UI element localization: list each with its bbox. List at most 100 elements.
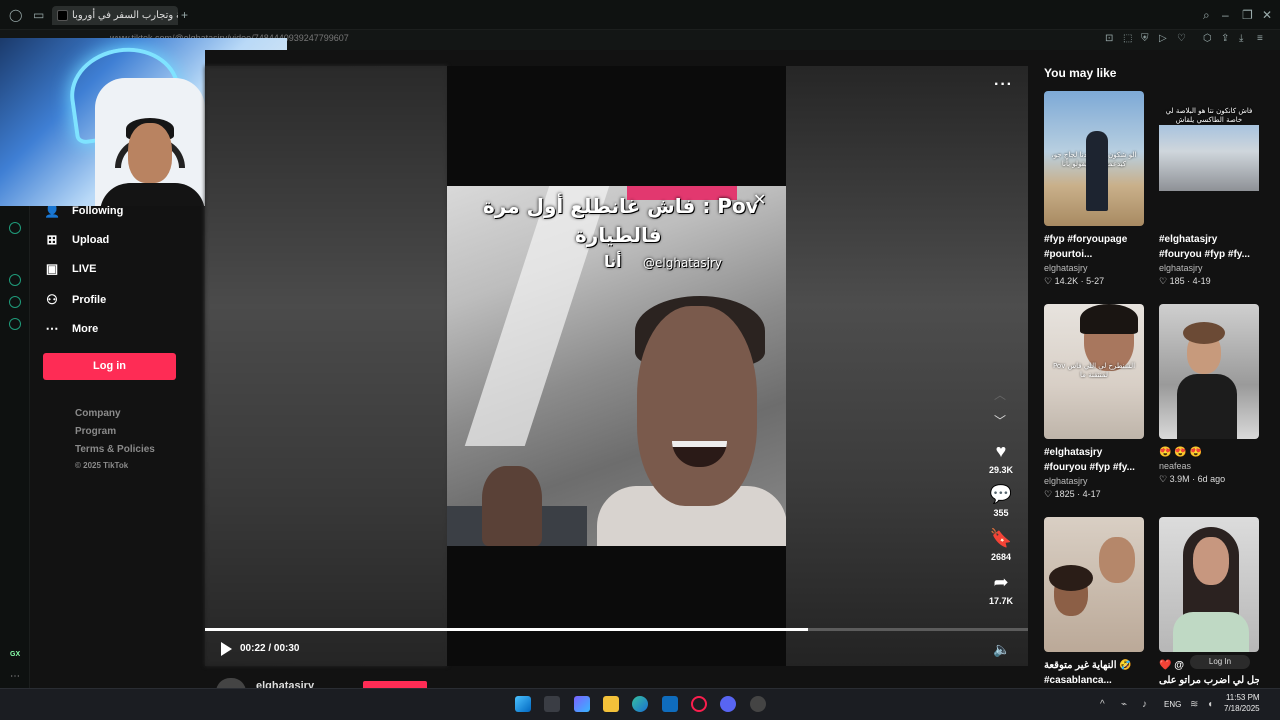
card-title: #fouryou #fyp #fy... — [1044, 462, 1135, 473]
heart-icon: ♡ — [1044, 489, 1053, 499]
settings-sidebar-icon[interactable] — [9, 318, 21, 330]
network-icon[interactable]: ⌁ — [1121, 699, 1127, 710]
card-thumbnail: الو شكون جي عندنا لجاج جو، كيدعمو تلي كي… — [1044, 91, 1144, 226]
mic-icon[interactable]: ♪ — [1142, 699, 1147, 710]
close-video-icon: ✕ — [753, 190, 767, 209]
comment-action[interactable]: 💬 355 — [986, 484, 1016, 518]
card-user: elghatasjry — [1044, 263, 1088, 273]
card-title: النهاية غير متوقعة 🤣 — [1044, 660, 1132, 671]
volume-icon[interactable]: 🔈 — [993, 641, 1010, 658]
save-action[interactable]: 🔖 2684 — [986, 528, 1016, 562]
play-icon[interactable] — [221, 642, 232, 656]
comment-count: 355 — [993, 508, 1009, 518]
video-card[interactable]: Pov السنطرح لي اللي فاس لمنتقنة ما #elgh… — [1044, 304, 1144, 500]
profile-icon: ⚇ — [46, 292, 58, 307]
like-action[interactable]: ♥ 29.3K — [986, 441, 1016, 475]
pin-icon[interactable]: ⊡ — [1105, 33, 1113, 45]
more-sidebar-icon[interactable]: ⋯ — [10, 671, 20, 682]
opera-gx-icon[interactable] — [691, 696, 707, 712]
card-date: 4-19 — [1192, 276, 1211, 286]
video-watermark: @elghatasjry — [643, 256, 722, 270]
video-card[interactable]: النهاية غير متوقعة 🤣 #casablanca... — [1044, 517, 1144, 688]
outlook-icon[interactable] — [662, 696, 678, 712]
time-readout: 00:22 / 00:30 — [240, 643, 300, 654]
share-action[interactable]: ➦ 17.7K — [986, 572, 1016, 606]
heart-icon: ♥ — [995, 441, 1007, 461]
search-icon[interactable]: ⌕ — [1203, 9, 1210, 21]
like-count: 29.3K — [988, 465, 1014, 475]
file-explorer-icon[interactable] — [603, 696, 619, 712]
card-title: #fouryou #fyp #fy... — [1159, 249, 1250, 260]
video-card[interactable]: الو شكون جي عندنا لجاج جو، كيدعمو تلي كي… — [1044, 91, 1144, 287]
next-video-icon[interactable]: ﹀ — [994, 412, 1006, 429]
start-icon[interactable] — [515, 696, 531, 712]
card-thumbnail — [1159, 517, 1259, 652]
footer-link-company[interactable]: Company — [75, 408, 121, 419]
card-title: #elghatasjry — [1044, 447, 1103, 458]
video-frame[interactable]: فاش غانطلع أول مرة : Pov فالطيارة أنا @e… — [447, 186, 786, 546]
footer-link-program[interactable]: Program — [75, 426, 116, 437]
snapshot-icon[interactable]: ⬚ — [1123, 33, 1132, 45]
progress-bar[interactable] — [205, 628, 1028, 631]
overlay-text-line3: أنا — [604, 252, 622, 271]
overlay-text-line1: فاش غانطلع أول مرة : Pov — [483, 194, 759, 218]
heart-icon: ♡ — [1159, 276, 1168, 286]
wifi-icon[interactable]: ≋ — [1190, 699, 1198, 710]
copilot-icon[interactable] — [574, 696, 590, 712]
clock-time: 11:53 PM — [1225, 693, 1260, 702]
thumbnail-caption: فاش كانكون نتا هو البلاصة لي خاصة الطاكس… — [1165, 107, 1253, 124]
card-title: #fyp #foryoupage — [1044, 234, 1128, 245]
app-icon[interactable] — [750, 696, 766, 712]
new-tab-icon[interactable]: + — [181, 9, 188, 21]
share-icon[interactable]: ⇪ — [1221, 33, 1229, 45]
tray-chevron-icon[interactable]: ^ — [1100, 699, 1105, 710]
menu-icon[interactable]: ≡ — [1257, 33, 1263, 45]
task-view-icon[interactable] — [544, 696, 560, 712]
card-title: 😍 😍 😍 — [1159, 447, 1202, 458]
gx-label[interactable]: GX — [10, 651, 20, 658]
extensions-sidebar-icon[interactable] — [9, 296, 21, 308]
login-button[interactable]: Log in — [43, 353, 176, 380]
download-icon[interactable]: ⤓ — [1239, 33, 1243, 45]
card-user: neafeas — [1159, 461, 1192, 471]
prev-video-icon[interactable]: ︿ — [994, 386, 1006, 403]
opera-logo-icon[interactable]: ◯ — [9, 9, 22, 21]
card-user: elghatasjry — [1044, 476, 1088, 486]
card-title: #pourtoi... — [1044, 249, 1093, 260]
share-arrow-icon: ➦ — [993, 572, 1009, 592]
comment-icon: 💬 — [989, 484, 1013, 504]
edge-icon[interactable] — [632, 696, 648, 712]
card-date: 4-17 — [1082, 489, 1101, 499]
follow-button[interactable] — [363, 681, 427, 688]
tiktok-favicon-icon — [57, 10, 68, 21]
more-icon: ⋯ — [45, 321, 59, 336]
sidebar-item-label: Profile — [72, 294, 107, 306]
extensions-icon[interactable]: ⬡ — [1203, 33, 1212, 45]
speaker-icon[interactable]: ◖ — [1207, 699, 1213, 710]
discord-icon[interactable] — [720, 696, 736, 712]
card-date: 5-27 — [1086, 276, 1105, 286]
heart-icon: ♡ — [1159, 474, 1168, 484]
card-title: #casablanca... — [1044, 675, 1112, 686]
history-sidebar-icon[interactable] — [9, 274, 21, 286]
card-title: #elghatasjry — [1159, 234, 1218, 245]
maximize-icon[interactable]: ❐ — [1242, 9, 1253, 21]
copyright: © 2025 TikTok — [75, 461, 129, 470]
video-options-icon[interactable]: ··· — [994, 76, 1013, 94]
shield-icon[interactable]: ⛨ — [1141, 33, 1149, 45]
player-icon[interactable]: ▷ — [1159, 33, 1167, 45]
footer-link-terms[interactable]: Terms & Policies — [75, 444, 155, 455]
system-clock[interactable]: 11:53 PM 7/18/2025 — [1224, 692, 1260, 714]
workspaces-icon[interactable]: ▭ — [33, 9, 44, 21]
login-chip[interactable]: Log In — [1190, 655, 1250, 669]
video-card[interactable]: 😍 😍 😍 neafeas ♡ 3.9M · 6d ago — [1159, 304, 1259, 485]
card-thumbnail: Pov السنطرح لي اللي فاس لمنتقنة ما — [1044, 304, 1144, 439]
player-sidebar-icon[interactable] — [9, 222, 21, 234]
close-icon[interactable]: ✕ — [1262, 9, 1272, 21]
browser-tab[interactable]: القرية وتجارب السفر في أوروبا — [52, 6, 178, 25]
heart-icon[interactable]: ♡ — [1177, 33, 1186, 45]
video-card[interactable]: فاش كانكون نتا هو البلاصة لي خاصة الطاكس… — [1159, 91, 1259, 287]
card-likes: 3.9M — [1169, 474, 1190, 484]
minimize-icon[interactable]: – — [1222, 9, 1229, 21]
language-indicator[interactable]: ENG — [1164, 700, 1181, 709]
